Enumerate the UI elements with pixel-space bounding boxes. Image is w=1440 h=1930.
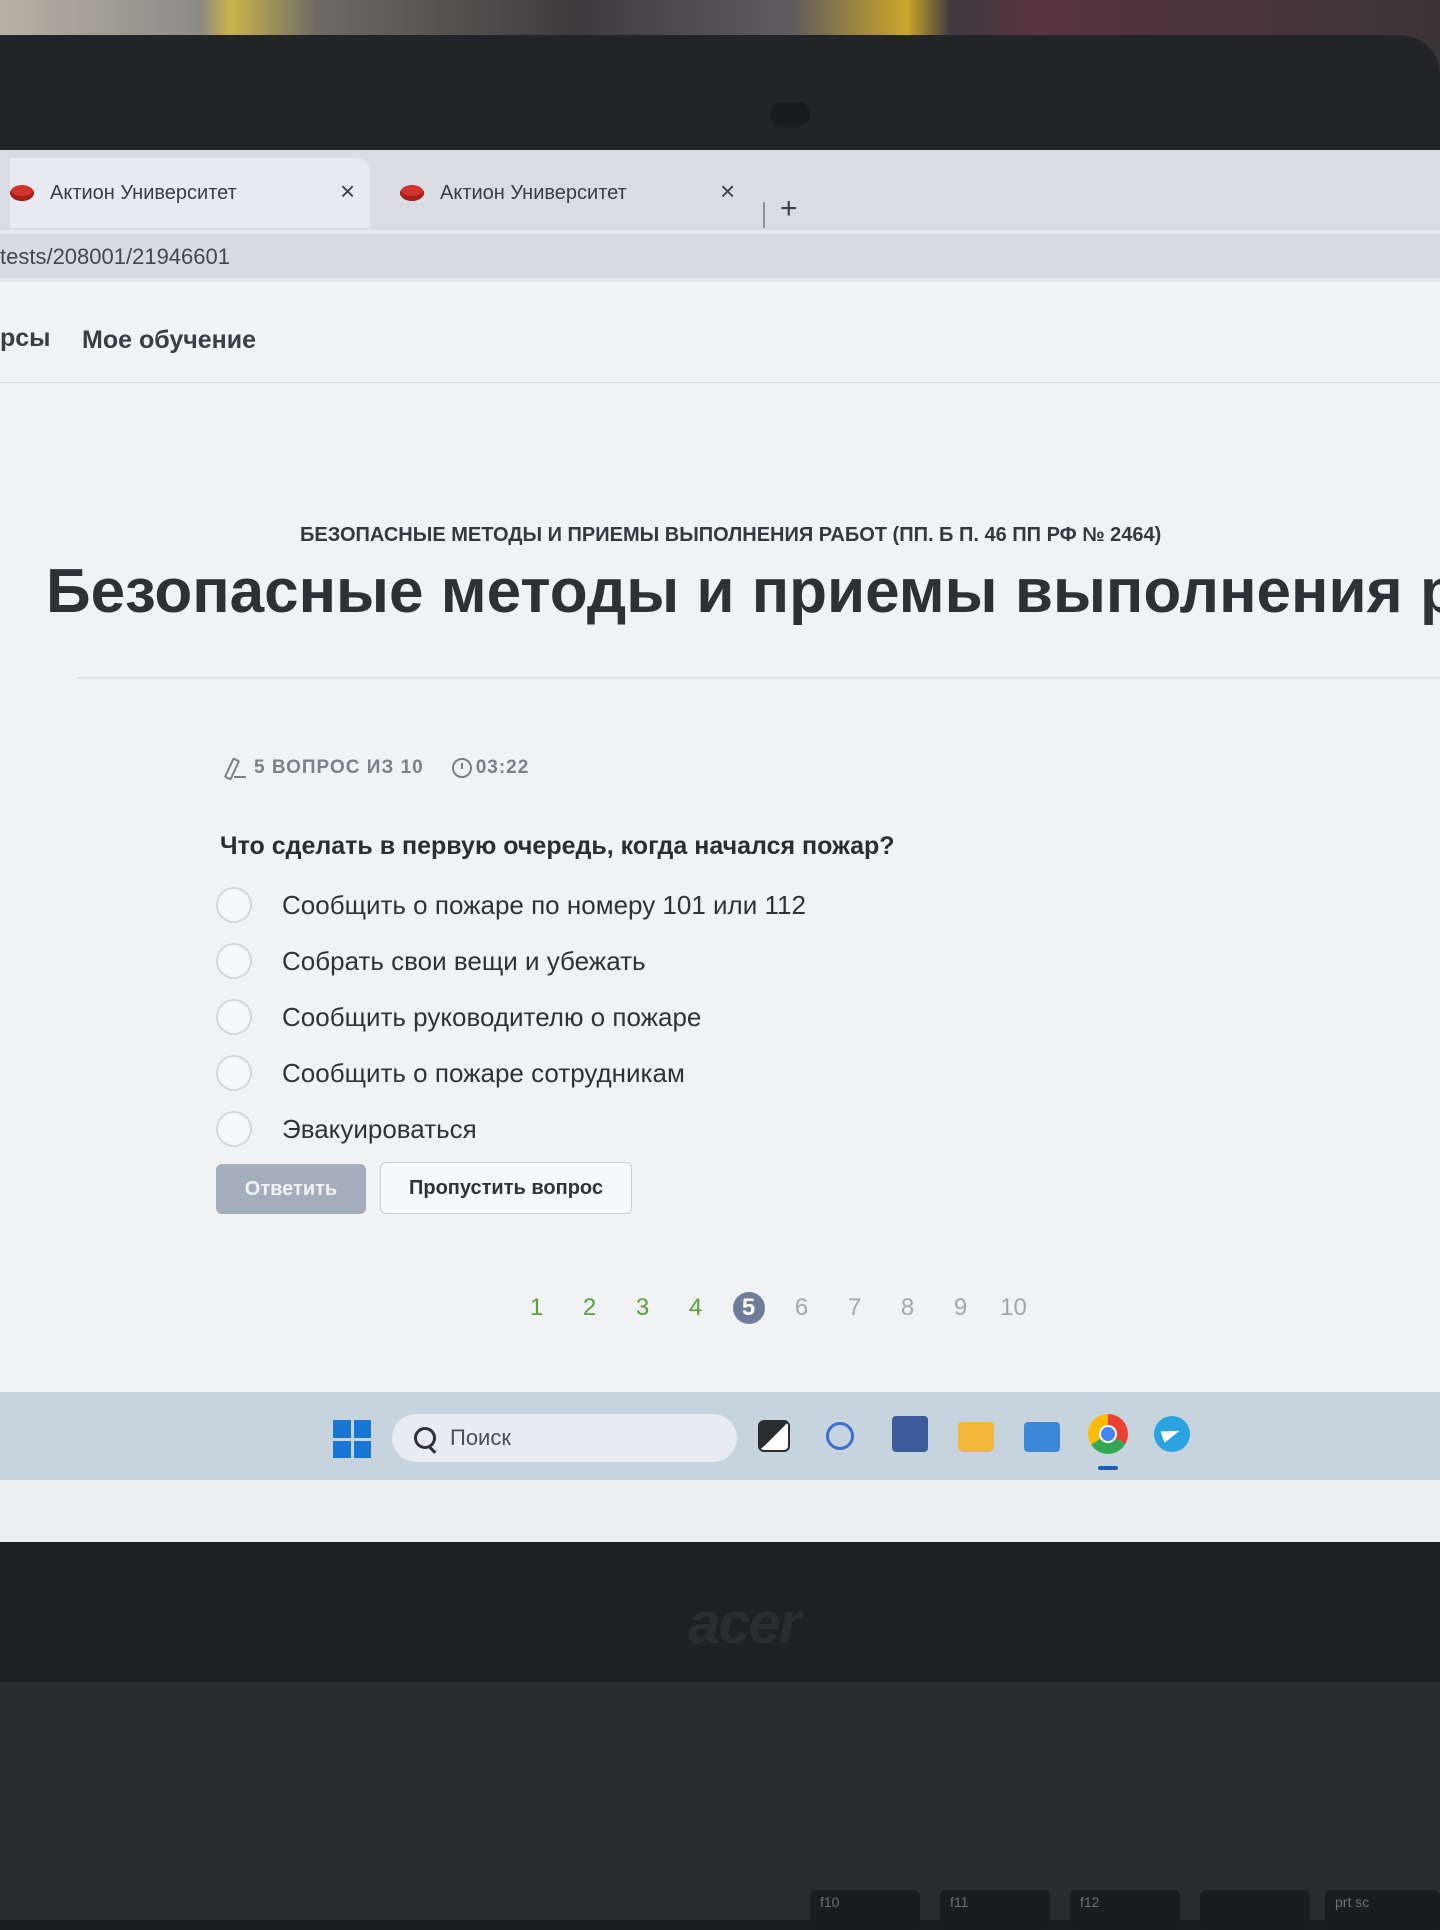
current-page-number: 5: [732, 1292, 765, 1324]
search-placeholder: Поиск: [450, 1425, 511, 1450]
course-name: БЕЗОПАСНЫЕ МЕТОДЫ И ПРИЕМЫ ВЫПОЛНЕНИЯ РА…: [300, 524, 1162, 546]
page-title: Безопасные методы и приемы выполнения ра…: [46, 557, 1440, 626]
snipping-tool-icon[interactable]: [826, 1422, 854, 1450]
chrome-icon[interactable]: [1088, 1414, 1128, 1454]
acer-logo: acer: [688, 1591, 801, 1656]
question-pagination: 1 2 3 4 5 6 7 8 9 10: [510, 1292, 1040, 1324]
question-meta: 5 ВОПРОС ИЗ 10 03:22: [222, 757, 529, 779]
page-link[interactable]: 1: [510, 1294, 563, 1322]
tab-title: Актион Университет: [50, 181, 237, 204]
laptop-keyboard: [0, 1682, 1440, 1920]
close-tab-icon[interactable]: ×: [720, 176, 735, 207]
keyboard-key: f12: [1070, 1890, 1180, 1930]
search-icon: [414, 1427, 436, 1449]
photos-icon[interactable]: [1024, 1422, 1060, 1452]
close-tab-icon[interactable]: ×: [340, 176, 355, 207]
browser-tab[interactable]: Актион Университет ×: [10, 158, 370, 228]
answer-option[interactable]: Эвакуироваться: [216, 1111, 477, 1147]
answer-option-label: Сообщить о пожаре сотрудникам: [282, 1057, 685, 1088]
site-navigation: рсы Мое обучение: [0, 282, 1440, 383]
page-link[interactable]: 2: [563, 1294, 616, 1322]
radio-button[interactable]: [216, 887, 252, 923]
answer-option-label: Собрать свои вещи и убежать: [282, 945, 646, 976]
radio-button[interactable]: [216, 1111, 252, 1147]
windows-taskbar: Поиск: [0, 1392, 1440, 1480]
nav-item-my-learning[interactable]: Мое обучение: [82, 326, 256, 355]
answer-option[interactable]: Сообщить о пожаре по номеру 101 или 112: [216, 887, 806, 923]
radio-button[interactable]: [216, 999, 252, 1035]
radio-button[interactable]: [216, 943, 252, 979]
tab-title: Актион Университет: [440, 181, 627, 204]
task-view-icon[interactable]: [758, 1420, 790, 1452]
browser-tab-strip: Актион Университет × Актион Университет …: [0, 150, 1440, 230]
nav-item-courses[interactable]: рсы: [0, 324, 51, 353]
question-text: Что сделать в первую очередь, когда нача…: [220, 832, 895, 860]
keyboard-key: f10: [810, 1890, 920, 1930]
page-link[interactable]: 6: [775, 1294, 828, 1322]
answer-option-label: Сообщить о пожаре по номеру 101 или 112: [282, 889, 806, 920]
browser-tab[interactable]: Актион Университет ×: [400, 158, 750, 228]
page-link[interactable]: 10: [987, 1294, 1040, 1322]
keyboard-key: f11: [940, 1890, 1050, 1930]
new-tab-button[interactable]: +: [780, 192, 798, 226]
address-bar: tests/208001/21946601: [0, 230, 1440, 282]
page-link[interactable]: 9: [934, 1294, 987, 1322]
telegram-icon[interactable]: [1154, 1416, 1190, 1452]
url-field[interactable]: tests/208001/21946601: [0, 234, 1440, 278]
keyboard-key: [1200, 1890, 1310, 1930]
answer-option-label: Эвакуироваться: [282, 1113, 477, 1144]
webcam: [770, 102, 810, 126]
page-link[interactable]: 8: [881, 1294, 934, 1322]
answer-option[interactable]: Собрать свои вещи и убежать: [216, 943, 646, 979]
question-progress: 5 ВОПРОС ИЗ 10: [254, 757, 424, 778]
answer-option-label: Сообщить руководителю о пожаре: [282, 1001, 702, 1032]
file-explorer-icon[interactable]: [958, 1422, 994, 1452]
page-link[interactable]: 3: [616, 1294, 669, 1322]
divider: [78, 677, 1440, 679]
current-page-link[interactable]: 5: [722, 1292, 775, 1324]
page-link[interactable]: 7: [828, 1294, 881, 1322]
answer-option[interactable]: Сообщить о пожаре сотрудникам: [216, 1055, 685, 1091]
active-app-indicator: [1098, 1466, 1118, 1470]
keyboard-key: prt sc: [1325, 1890, 1440, 1930]
timer: 03:22: [475, 757, 530, 778]
windows-start-icon[interactable]: [333, 1420, 371, 1458]
answer-button[interactable]: Ответить: [216, 1164, 366, 1214]
site-favicon-icon: [400, 185, 424, 201]
calculator-icon[interactable]: [892, 1416, 928, 1452]
skip-question-button[interactable]: Пропустить вопрос: [380, 1162, 632, 1214]
web-page: рсы Мое обучение БЕЗОПАСНЫЕ МЕТОДЫ И ПРИ…: [0, 282, 1440, 1392]
clock-icon: [451, 758, 472, 778]
radio-button[interactable]: [216, 1055, 252, 1091]
url-text: tests/208001/21946601: [0, 244, 230, 269]
answer-option[interactable]: Сообщить руководителю о пожаре: [216, 999, 701, 1035]
taskbar-search[interactable]: Поиск: [392, 1414, 737, 1462]
laptop-screen: Актион Университет × Актион Университет …: [0, 150, 1440, 1542]
tab-separator: [763, 202, 765, 228]
pencil-icon: [222, 758, 248, 778]
site-favicon-icon: [10, 185, 34, 201]
page-link[interactable]: 4: [669, 1294, 722, 1322]
